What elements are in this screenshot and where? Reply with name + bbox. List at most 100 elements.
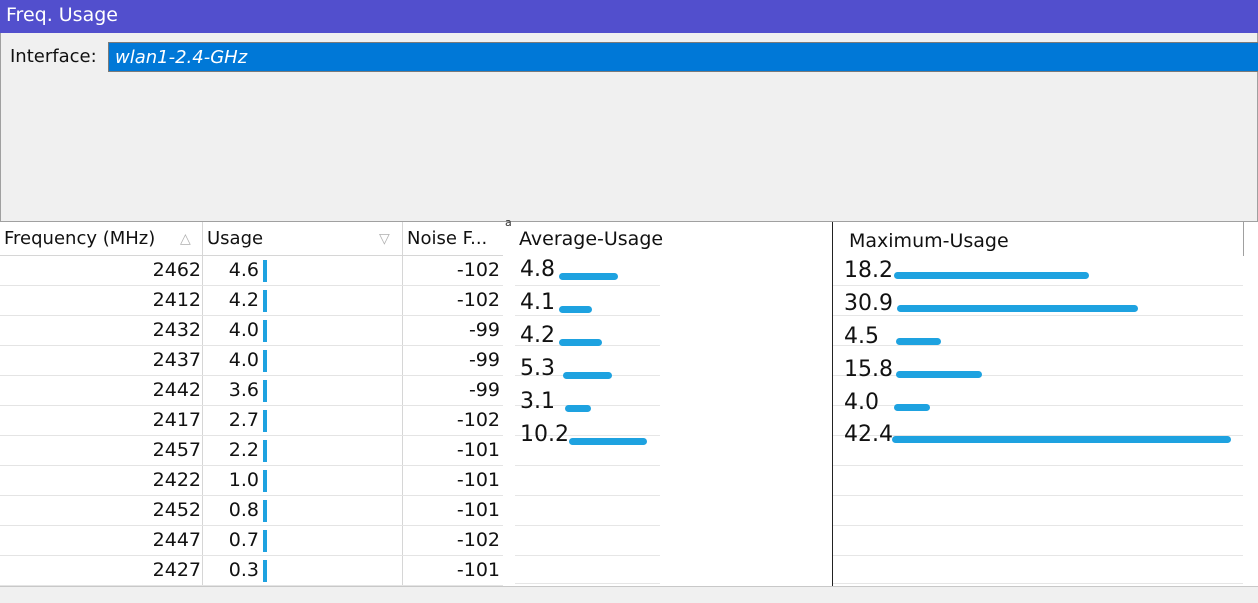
maximum-usage-bar bbox=[897, 305, 1138, 312]
interface-value: wlan1-2.4-GHz bbox=[115, 47, 248, 68]
usage-cell: 0.8 bbox=[228, 499, 259, 521]
noise-floor-cell: -99 bbox=[468, 379, 500, 401]
gridline bbox=[833, 555, 1243, 556]
window-titlebar: Freq. Usage bbox=[0, 0, 1258, 33]
usage-bar bbox=[263, 500, 267, 522]
gridline bbox=[515, 285, 660, 286]
maximum-usage-bar bbox=[892, 436, 1231, 443]
maximum-usage-bar bbox=[896, 338, 941, 345]
average-usage-value: 3.1 bbox=[520, 389, 555, 414]
maximum-usage-value: 15.8 bbox=[844, 357, 893, 382]
usage-bar bbox=[263, 350, 267, 372]
maximum-usage-bar bbox=[896, 371, 982, 378]
maximum-usage-value: 4.5 bbox=[844, 324, 879, 349]
usage-bar bbox=[263, 380, 267, 402]
average-usage-bar bbox=[563, 372, 612, 379]
maximum-usage-bar bbox=[894, 272, 1089, 279]
frequency-cell: 2427 bbox=[152, 559, 201, 581]
frequency-cell: 2462 bbox=[152, 259, 201, 281]
average-usage-value: 4.1 bbox=[520, 290, 555, 315]
frequency-cell: 2457 bbox=[152, 439, 201, 461]
interface-panel: Interface: wlan1-2.4-GHz bbox=[0, 33, 1258, 221]
usage-cell: 4.6 bbox=[228, 259, 259, 281]
noise-floor-cell: -101 bbox=[456, 439, 500, 461]
table-row[interactable]: 2437 4.0 -99 bbox=[0, 346, 503, 376]
gridline bbox=[833, 495, 1243, 496]
gridline bbox=[515, 555, 660, 556]
usage-cell: 3.6 bbox=[228, 379, 259, 401]
gridline bbox=[833, 345, 1243, 346]
average-usage-bar bbox=[565, 405, 591, 412]
usage-cell: 4.0 bbox=[228, 319, 259, 341]
average-usage-bar bbox=[569, 438, 647, 445]
table-row[interactable]: 2462 4.6 -102 bbox=[0, 256, 503, 286]
average-usage-value: 4.8 bbox=[520, 257, 555, 282]
maximum-usage-panel: Maximum-Usage 18.2 30.9 4.5 15.8 4.0 42.4 bbox=[833, 224, 1243, 586]
table-row[interactable]: 2447 0.7 -102 bbox=[0, 526, 503, 556]
average-usage-bar bbox=[559, 306, 592, 313]
noise-floor-cell: -99 bbox=[468, 319, 500, 341]
column-header-frequency[interactable]: Frequency (MHz) △ bbox=[0, 224, 203, 256]
table-row[interactable]: 2457 2.2 -101 bbox=[0, 436, 503, 466]
maximum-usage-title: Maximum-Usage bbox=[849, 230, 1009, 252]
table-row[interactable]: 2417 2.7 -102 bbox=[0, 406, 503, 436]
table-row[interactable]: 2452 0.8 -101 bbox=[0, 496, 503, 526]
maximum-usage-value: 42.4 bbox=[844, 422, 893, 447]
usage-bar bbox=[263, 260, 267, 282]
frequency-cell: 2422 bbox=[152, 469, 201, 491]
maximum-usage-value: 30.9 bbox=[844, 291, 893, 316]
sort-descending-icon: ▽ bbox=[379, 231, 390, 247]
gridline bbox=[833, 465, 1243, 466]
maximum-usage-value: 4.0 bbox=[844, 390, 879, 415]
usage-bar bbox=[263, 440, 267, 462]
usage-bar bbox=[263, 530, 267, 552]
gridline bbox=[515, 525, 660, 526]
window-title: Freq. Usage bbox=[6, 4, 118, 26]
maximum-usage-value: 18.2 bbox=[844, 258, 893, 283]
noise-floor-cell: -101 bbox=[456, 499, 500, 521]
column-header-noise[interactable]: Noise F... bbox=[403, 224, 503, 256]
frequency-cell: 2432 bbox=[152, 319, 201, 341]
interface-label: Interface: bbox=[10, 46, 97, 67]
table-row[interactable]: 2427 0.3 -101 bbox=[0, 556, 503, 586]
panel-edge bbox=[1243, 222, 1244, 256]
usage-cell: 0.3 bbox=[228, 559, 259, 581]
frequency-cell: 2412 bbox=[152, 289, 201, 311]
average-usage-title: Average-Usage bbox=[519, 228, 664, 250]
table-row[interactable]: 2422 1.0 -101 bbox=[0, 466, 503, 496]
frequency-cell: 2417 bbox=[152, 409, 201, 431]
average-usage-bar bbox=[559, 339, 602, 346]
average-usage-panel: Average-Usage 4.8 4.1 4.2 5.3 3.1 10.2 bbox=[515, 224, 664, 586]
usage-bar bbox=[263, 320, 267, 342]
usage-cell: 0.7 bbox=[228, 529, 259, 551]
gridline bbox=[515, 315, 660, 316]
gridline bbox=[833, 525, 1243, 526]
interface-select[interactable]: wlan1-2.4-GHz bbox=[108, 42, 1258, 72]
table-row[interactable]: 2412 4.2 -102 bbox=[0, 286, 503, 316]
gridline bbox=[515, 465, 660, 466]
gridline bbox=[515, 583, 660, 584]
maximum-usage-bar bbox=[894, 404, 930, 411]
column-header-usage-label: Usage bbox=[207, 228, 264, 249]
frequency-cell: 2437 bbox=[152, 349, 201, 371]
noise-floor-cell: -101 bbox=[456, 469, 500, 491]
noise-floor-cell: -102 bbox=[456, 259, 500, 281]
table-row[interactable]: 2442 3.6 -99 bbox=[0, 376, 503, 406]
average-usage-bar bbox=[559, 273, 618, 280]
frequency-cell: 2447 bbox=[152, 529, 201, 551]
status-strip bbox=[0, 586, 1258, 603]
table-row[interactable]: 2432 4.0 -99 bbox=[0, 316, 503, 346]
usage-cell: 1.0 bbox=[228, 469, 259, 491]
usage-bar bbox=[263, 290, 267, 312]
noise-floor-cell: -102 bbox=[456, 529, 500, 551]
frequency-cell: 2452 bbox=[152, 499, 201, 521]
noise-floor-cell: -102 bbox=[456, 289, 500, 311]
column-header-usage[interactable]: Usage ▽ bbox=[203, 224, 403, 256]
usage-cell: 2.2 bbox=[228, 439, 259, 461]
sort-ascending-icon: △ bbox=[180, 231, 191, 247]
gridline bbox=[833, 285, 1243, 286]
usage-bar bbox=[263, 410, 267, 432]
gridline bbox=[833, 583, 1243, 584]
noise-floor-cell: -101 bbox=[456, 559, 500, 581]
noise-floor-cell: -102 bbox=[456, 409, 500, 431]
